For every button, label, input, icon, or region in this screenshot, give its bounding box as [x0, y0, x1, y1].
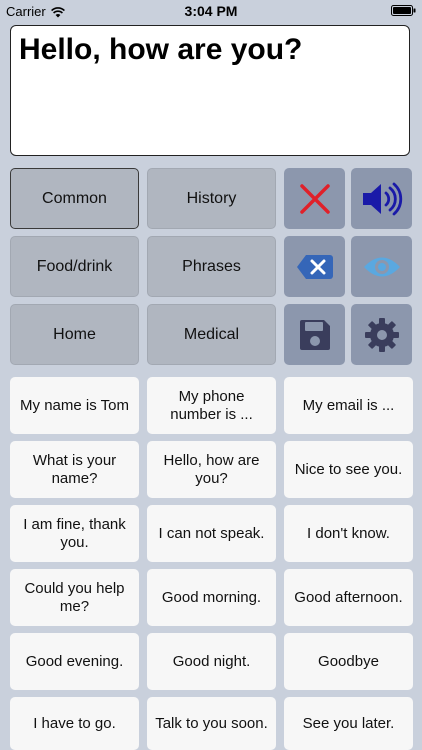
phrase-button[interactable]: Nice to see you. [284, 441, 413, 498]
status-bar: Carrier 3:04 PM [0, 0, 422, 22]
phrase-button[interactable]: My name is Tom [10, 377, 139, 434]
phrase-label: Good morning. [161, 588, 262, 606]
phrase-button[interactable]: I can not speak. [147, 505, 276, 562]
phrase-button[interactable]: Talk to you soon. [147, 697, 276, 750]
message-text-area[interactable]: Hello, how are you? [10, 25, 410, 156]
phrase-label: Goodbye [318, 652, 379, 670]
phrase-label: Good afternoon. [294, 588, 403, 606]
phrase-label: Good evening. [25, 652, 124, 670]
status-time: 3:04 PM [184, 3, 238, 19]
phrase-button[interactable]: What is your name? [10, 441, 139, 498]
phrase-label: My phone number is ... [170, 387, 253, 423]
category-label: Medical [183, 325, 240, 343]
phrase-button[interactable]: Good afternoon. [284, 569, 413, 626]
eye-icon [363, 257, 400, 276]
category-medical-button[interactable]: Medical [147, 304, 276, 365]
speaker-icon [362, 182, 402, 215]
category-label: Phrases [182, 257, 241, 275]
phrase-label: I don't know. [307, 524, 390, 542]
phrase-label: Hello, how are you? [163, 451, 260, 487]
phrase-button[interactable]: I don't know. [284, 505, 413, 562]
category-label: Food/drink [36, 257, 113, 275]
speak-button[interactable] [351, 168, 412, 229]
backspace-button[interactable] [284, 236, 345, 297]
floppy-disk-icon [299, 319, 330, 350]
battery-icon [391, 5, 416, 16]
phrase-button[interactable]: My email is ... [284, 377, 413, 434]
backspace-icon [296, 254, 333, 279]
phrase-label: See you later. [302, 714, 395, 732]
phrase-button[interactable]: Good morning. [147, 569, 276, 626]
category-common-button[interactable]: Common [10, 168, 139, 229]
phrase-button[interactable]: Could you help me? [10, 569, 139, 626]
category-food-drink-button[interactable]: Food/drink [10, 236, 139, 297]
phrase-button[interactable]: Good evening. [10, 633, 139, 690]
settings-button[interactable] [351, 304, 412, 365]
phrase-label: What is your name? [32, 451, 117, 487]
category-history-button[interactable]: History [147, 168, 276, 229]
phrase-button[interactable]: Good night. [147, 633, 276, 690]
close-icon [299, 183, 330, 214]
category-label: Home [53, 325, 96, 343]
phrase-button[interactable]: I have to go. [10, 697, 139, 750]
phrase-button[interactable]: Hello, how are you? [147, 441, 276, 498]
phrase-label: I am fine, thank you. [23, 515, 126, 551]
category-label: History [186, 189, 237, 207]
phrase-label: Could you help me? [24, 579, 125, 615]
category-home-button[interactable]: Home [10, 304, 139, 365]
show-text-button[interactable] [351, 236, 412, 297]
gear-icon [364, 317, 399, 352]
phrase-button[interactable]: I am fine, thank you. [10, 505, 139, 562]
phrase-label: My name is Tom [20, 396, 129, 414]
save-button[interactable] [284, 304, 345, 365]
phrase-button[interactable]: Goodbye [284, 633, 413, 690]
phrase-label: I can not speak. [158, 524, 265, 542]
phrase-button[interactable]: See you later. [284, 697, 413, 750]
phrase-button[interactable]: My phone number is ... [147, 377, 276, 434]
clear-button[interactable] [284, 168, 345, 229]
phrase-label: Nice to see you. [294, 460, 403, 478]
phrase-label: Talk to you soon. [155, 714, 268, 732]
category-label: Common [42, 189, 107, 207]
phrase-label: I have to go. [33, 714, 116, 732]
phrase-label: My email is ... [302, 396, 395, 414]
category-phrases-button[interactable]: Phrases [147, 236, 276, 297]
phrase-label: Good night. [172, 652, 251, 670]
